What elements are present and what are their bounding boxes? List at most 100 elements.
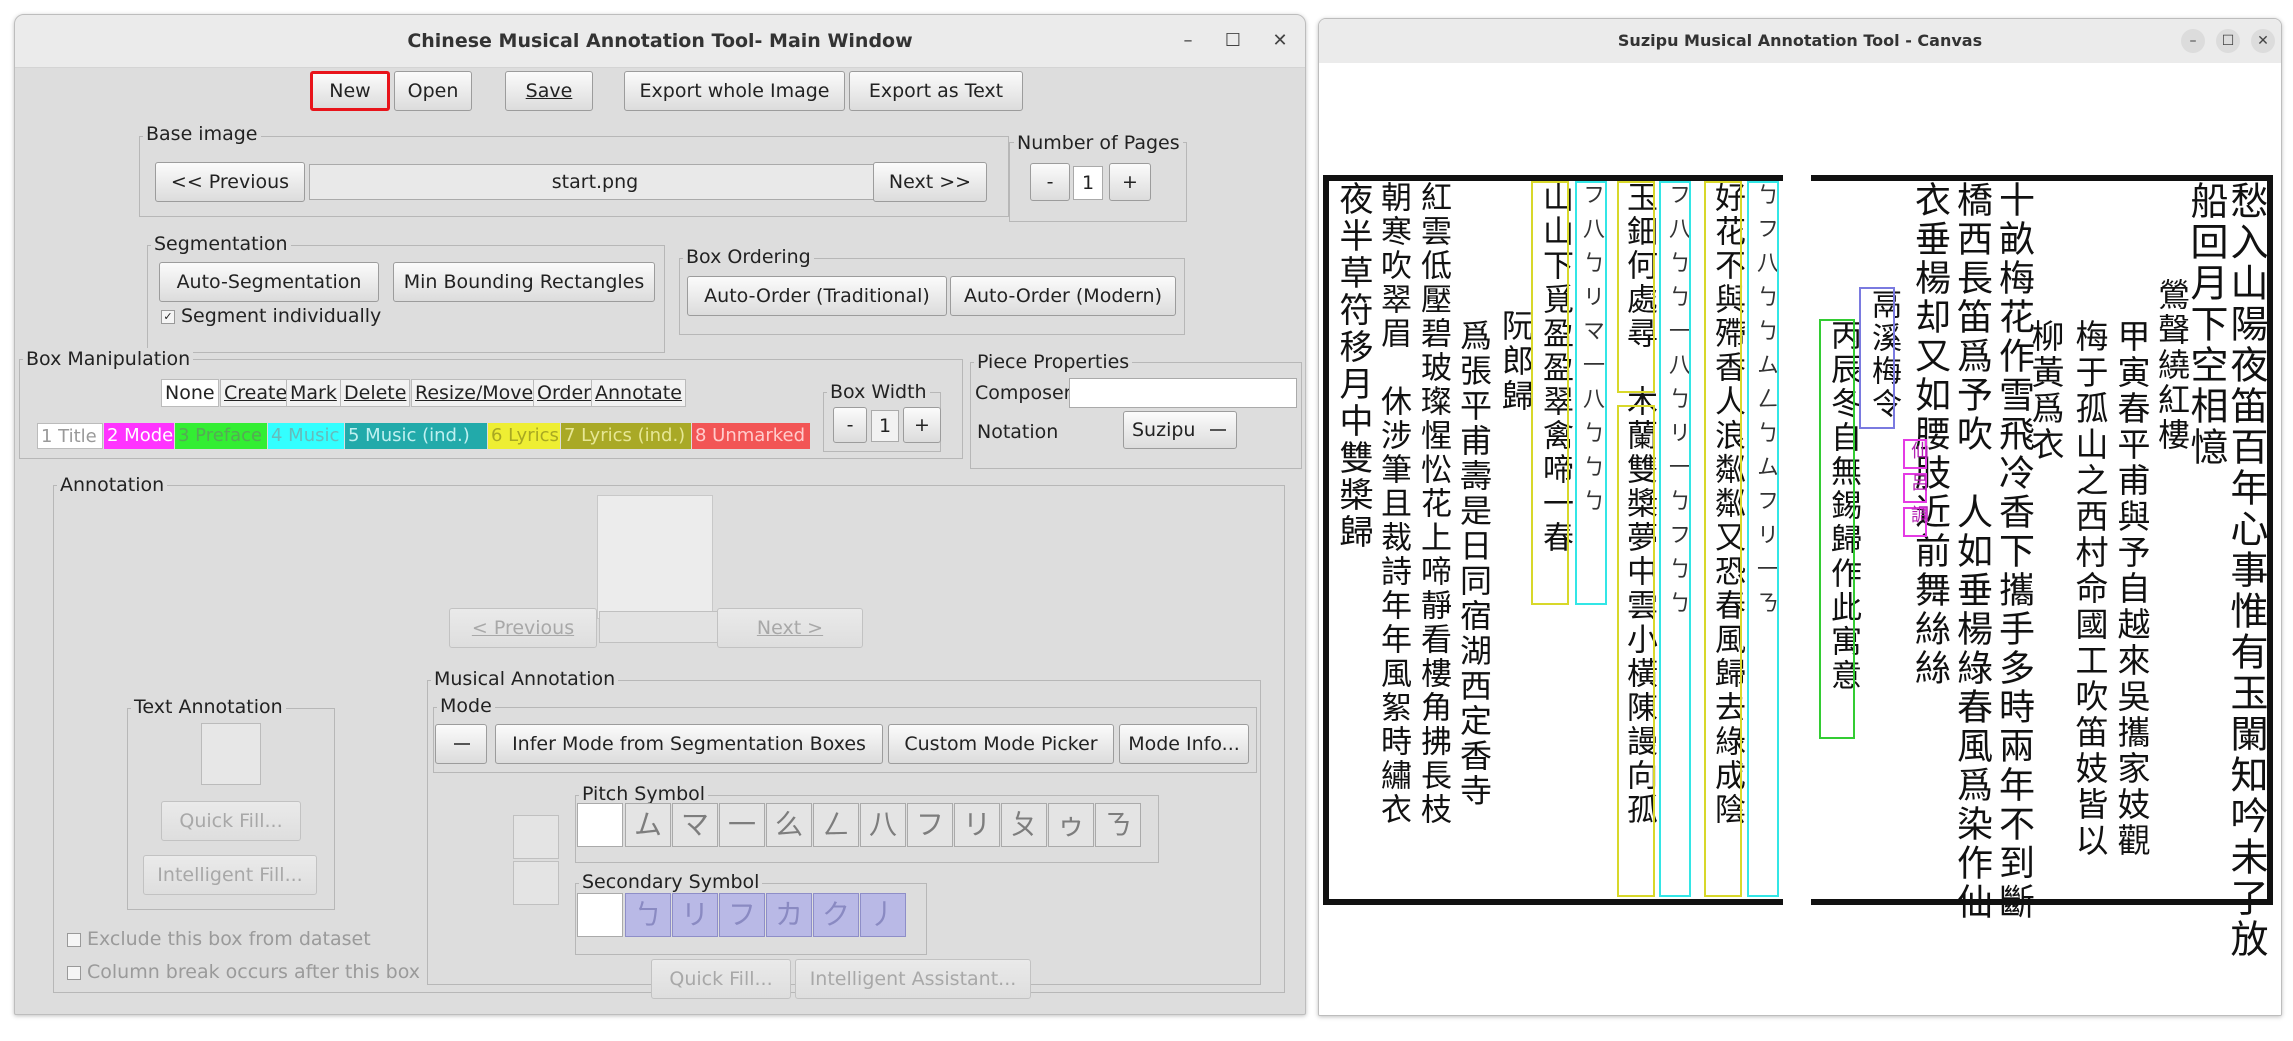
pitch-symbol-button[interactable]: ム bbox=[625, 803, 671, 847]
category-lyrics-ind[interactable]: 7 Lyrics (ind.) bbox=[561, 423, 691, 449]
minimize-button[interactable]: – bbox=[1177, 30, 1199, 52]
mode-toggle-resize-move[interactable]: Resize/Move bbox=[411, 379, 538, 407]
lyrics-box-column[interactable] bbox=[1617, 181, 1655, 393]
main-titlebar[interactable]: Chinese Musical Annotation Tool- Main Wi… bbox=[15, 15, 1305, 68]
pitch-symbol-button[interactable]: マ bbox=[672, 803, 718, 847]
mode-toggle-none[interactable]: None bbox=[161, 379, 219, 407]
segment-individually-check[interactable]: ✓ bbox=[161, 309, 175, 324]
pitch-symbol-button[interactable]: 么 bbox=[766, 803, 812, 847]
segment-individually-label: Segment individually bbox=[181, 305, 382, 327]
auto-segmentation-button[interactable]: Auto-Segmentation bbox=[159, 262, 379, 302]
secondary-symbol-label: Secondary Symbol bbox=[579, 871, 763, 893]
text-column: 梅于孤山之西村命國工吹笛妓皆以 bbox=[2070, 319, 2109, 859]
secondary-symbol-button[interactable]: ク bbox=[813, 893, 859, 937]
exclude-box-checkbox[interactable]: Exclude this box from dataset bbox=[67, 928, 371, 950]
category-title[interactable]: 1 Title bbox=[37, 423, 103, 449]
secondary-symbol-button[interactable]: カ bbox=[766, 893, 812, 937]
auto-order-modern-button[interactable]: Auto-Order (Modern) bbox=[950, 276, 1176, 316]
custom-mode-picker-button[interactable]: Custom Mode Picker bbox=[888, 724, 1114, 764]
text-intelligent-fill-button[interactable]: Intelligent Fill... bbox=[143, 855, 317, 895]
notation-select[interactable]: Suzipu bbox=[1123, 411, 1237, 449]
music-box-column[interactable] bbox=[1575, 181, 1607, 605]
mode-info-button[interactable]: Mode Info... bbox=[1119, 724, 1249, 764]
box-width-value-field[interactable]: 1 bbox=[871, 410, 899, 442]
image-filename: start.png bbox=[551, 171, 639, 193]
secondary-symbol-selected[interactable] bbox=[577, 893, 623, 937]
pitch-symbol-button[interactable]: ㄥ bbox=[813, 803, 859, 847]
score-page-image[interactable]: 愁入山陽夜笛百年心事惟有玉闌知吟未了放 船回月下空相憶 鶯聲繞紅樓 甲寅春平甫與… bbox=[1319, 63, 2281, 1015]
category-unmarked[interactable]: 8 Unmarked bbox=[692, 423, 810, 449]
pages-plus-button[interactable]: + bbox=[1109, 163, 1151, 201]
composer-input[interactable] bbox=[1069, 378, 1297, 408]
box-manipulation-label: Box Manipulation bbox=[23, 348, 194, 370]
secondary-symbol-button[interactable]: リ bbox=[672, 893, 718, 937]
canvas-close-button[interactable]: ✕ bbox=[2251, 29, 2275, 53]
category-music-ind[interactable]: 5 Music (ind.) bbox=[345, 423, 487, 449]
canvas-minimize-button[interactable]: – bbox=[2181, 29, 2205, 53]
pitch-symbol-button[interactable]: フ bbox=[907, 803, 953, 847]
pages-value-field[interactable]: 1 bbox=[1073, 166, 1103, 200]
pitch-symbol-selected[interactable] bbox=[577, 803, 623, 847]
pitch-symbol-button[interactable]: ㄋ bbox=[1095, 803, 1141, 847]
box-ordering-label: Box Ordering bbox=[683, 246, 814, 268]
box-width-minus-button[interactable]: - bbox=[833, 407, 867, 443]
open-button[interactable]: Open bbox=[394, 71, 472, 111]
preface-box-column[interactable] bbox=[1819, 319, 1855, 739]
box-preview-image bbox=[597, 495, 713, 619]
pitch-preview-top bbox=[513, 815, 559, 859]
column-break-check[interactable] bbox=[67, 965, 81, 980]
pitch-symbol-button[interactable]: リ bbox=[954, 803, 1000, 847]
mode-toggle-mark[interactable]: Mark bbox=[286, 379, 341, 407]
title-box-column[interactable] bbox=[1859, 287, 1895, 429]
lyrics-box-column[interactable] bbox=[1531, 181, 1569, 605]
lyrics-box-column[interactable] bbox=[1704, 181, 1742, 897]
close-button[interactable]: ✕ bbox=[1269, 30, 1291, 52]
pages-minus-button[interactable]: - bbox=[1030, 163, 1070, 201]
image-filename-field[interactable]: start.png bbox=[309, 164, 881, 200]
exclude-box-check[interactable] bbox=[67, 932, 81, 947]
canvas-titlebar[interactable]: Suzipu Musical Annotation Tool - Canvas … bbox=[1319, 19, 2281, 64]
secondary-symbol-button[interactable]: ㄅ bbox=[625, 893, 671, 937]
category-music[interactable]: 4 Music bbox=[268, 423, 344, 449]
secondary-symbol-button[interactable]: フ bbox=[719, 893, 765, 937]
canvas-maximize-button[interactable]: ☐ bbox=[2216, 29, 2240, 53]
text-quick-fill-button[interactable]: Quick Fill... bbox=[161, 801, 301, 841]
mode-toggle-annotate[interactable]: Annotate bbox=[591, 379, 686, 407]
mode-dropdown[interactable] bbox=[435, 724, 487, 764]
mode-toggle-order[interactable]: Order bbox=[533, 379, 595, 407]
infer-mode-button[interactable]: Infer Mode from Segmentation Boxes bbox=[495, 724, 883, 764]
pitch-symbol-button[interactable]: ゥ bbox=[1048, 803, 1094, 847]
text-column: 鶯聲繞紅樓 bbox=[2153, 278, 2191, 453]
category-lyrics[interactable]: 6 Lyrics bbox=[488, 423, 560, 449]
music-box-column[interactable] bbox=[1659, 181, 1691, 897]
min-bounding-rectangles-button[interactable]: Min Bounding Rectangles bbox=[393, 262, 655, 302]
next-image-button[interactable]: Next >> bbox=[873, 162, 987, 202]
mode-toggle-create[interactable]: Create bbox=[220, 379, 292, 407]
new-button[interactable]: New bbox=[310, 71, 390, 111]
export-image-button[interactable]: Export whole Image bbox=[624, 71, 845, 111]
category-preface[interactable]: 3 Preface bbox=[175, 423, 267, 449]
lyrics-box-column[interactable] bbox=[1617, 405, 1655, 897]
musical-quick-fill-button[interactable]: Quick Fill... bbox=[651, 959, 791, 999]
secondary-symbol-button[interactable]: 丿 bbox=[860, 893, 906, 937]
auto-order-traditional-button[interactable]: Auto-Order (Traditional) bbox=[687, 276, 947, 316]
segmentation-label: Segmentation bbox=[151, 233, 291, 255]
export-text-button[interactable]: Export as Text bbox=[849, 71, 1023, 111]
annotation-next-button[interactable]: Next > bbox=[717, 608, 863, 648]
pitch-symbol-button[interactable]: 一 bbox=[719, 803, 765, 847]
box-width-plus-button[interactable]: + bbox=[903, 407, 941, 443]
music-box-column[interactable] bbox=[1747, 181, 1779, 897]
save-button[interactable]: Save bbox=[505, 71, 593, 111]
previous-image-button[interactable]: << Previous bbox=[155, 162, 305, 202]
segment-individually-checkbox[interactable]: ✓ Segment individually bbox=[161, 305, 381, 327]
category-mode[interactable]: 2 Mode bbox=[104, 423, 174, 449]
pages-label: Number of Pages bbox=[1014, 132, 1183, 154]
intelligent-assistant-button[interactable]: Intelligent Assistant... bbox=[795, 959, 1031, 999]
maximize-button[interactable]: ☐ bbox=[1222, 30, 1244, 52]
mode-toggle-delete[interactable]: Delete bbox=[340, 379, 411, 407]
pitch-symbol-button[interactable]: 八 bbox=[860, 803, 906, 847]
annotation-index-field[interactable] bbox=[599, 611, 719, 643]
pitch-symbol-button[interactable]: ㄆ bbox=[1001, 803, 1047, 847]
column-break-checkbox[interactable]: Column break occurs after this box bbox=[67, 961, 420, 983]
annotation-previous-button[interactable]: < Previous bbox=[449, 608, 597, 648]
